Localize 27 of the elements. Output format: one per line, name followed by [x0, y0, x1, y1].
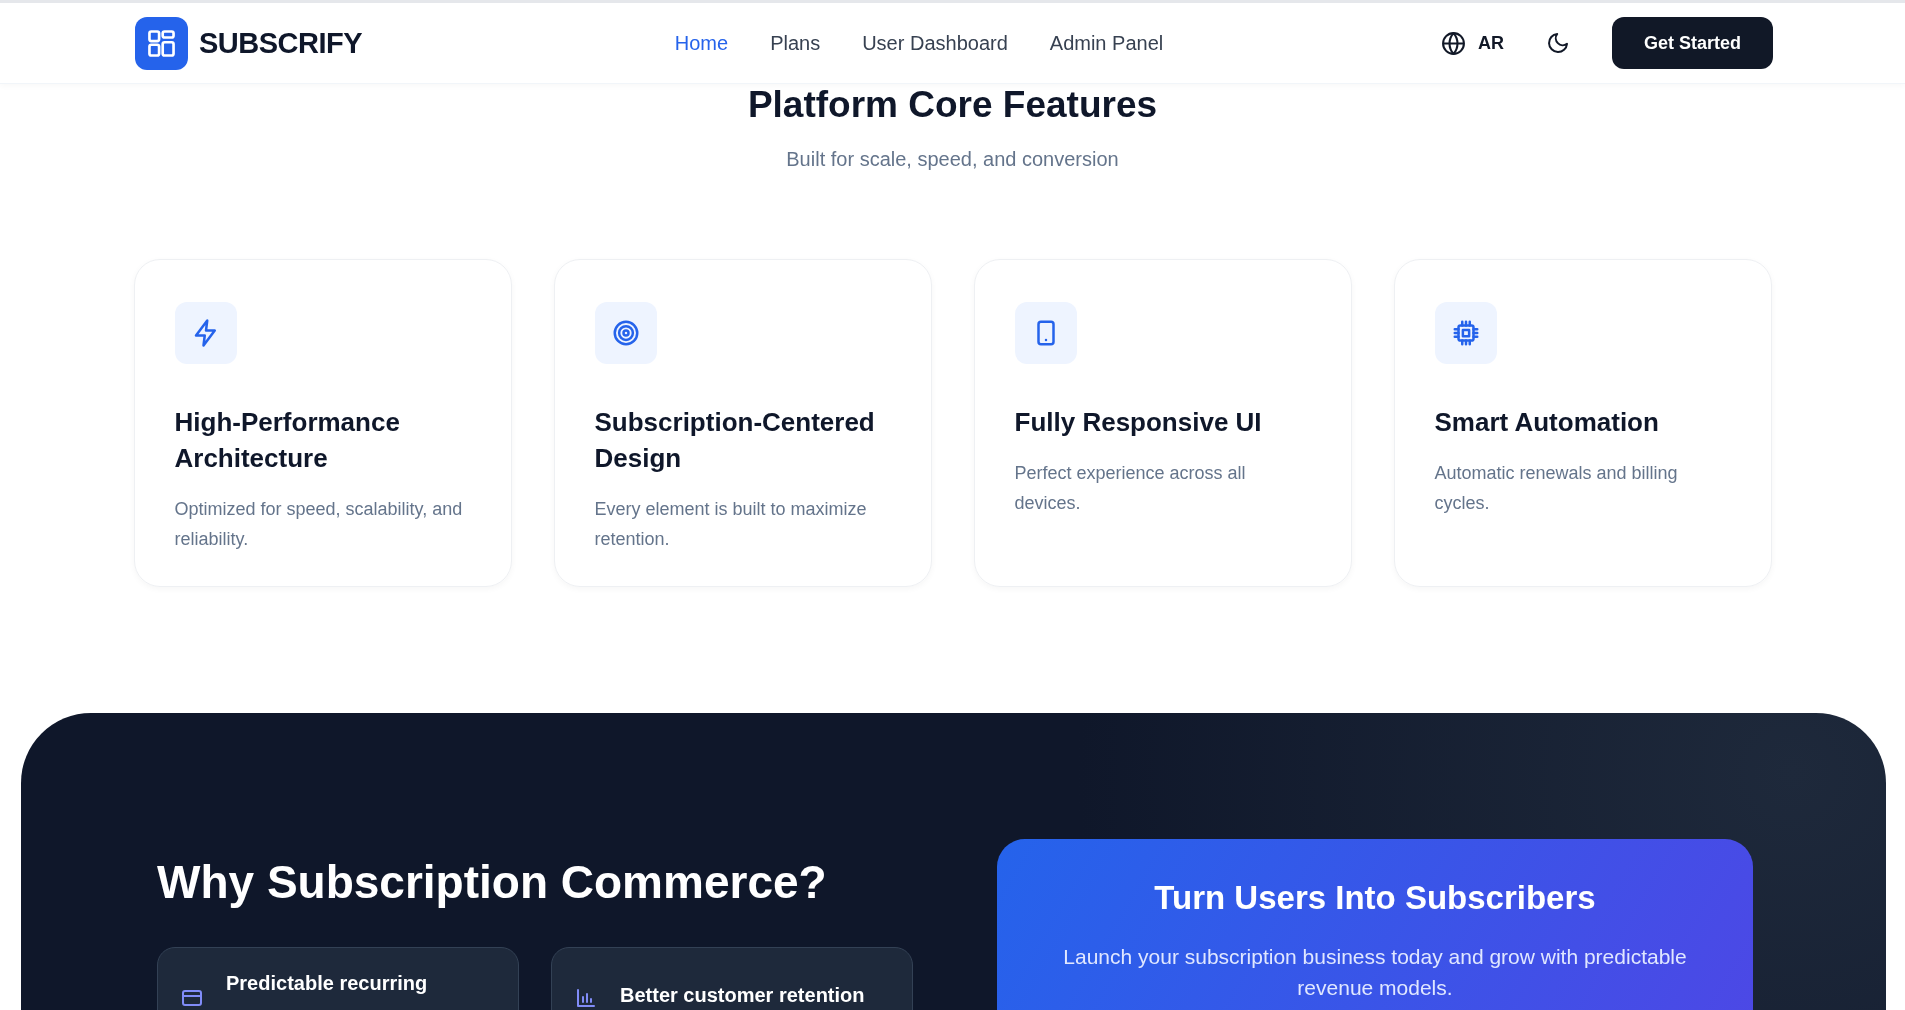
card-text: Automatic renewals and billing cycles. — [1434, 462, 1679, 515]
card-title: Fully Responsive UI — [1014, 406, 1263, 439]
section-title: Platform Core Features — [747, 84, 1158, 126]
brand-name[interactable]: SUBSCRIFY — [199, 26, 363, 60]
nav-link[interactable]: Home — [674, 31, 729, 55]
moon-icon[interactable] — [1545, 31, 1570, 55]
benefit-text: Predictable recurring — [226, 972, 428, 996]
card-text: Every element is built to maximize retention. — [594, 498, 868, 551]
language-label: AR — [1477, 32, 1504, 54]
language-button[interactable]: AR — [1440, 30, 1504, 56]
promo-title: Turn Users Into Subscribers — [1153, 879, 1597, 917]
card-title: Subscription-Centered Design — [594, 406, 876, 475]
section-title: Why Subscription Commerce? — [157, 855, 828, 909]
benefit-text: Better customer retention — [620, 984, 865, 1008]
get-started-button[interactable]: Get Started — [1611, 17, 1773, 69]
logo-icon[interactable] — [135, 16, 188, 70]
card-title: High-Performance Architecture — [174, 406, 401, 475]
section-subtitle: Built for scale, speed, and conversion — [786, 148, 1119, 171]
card-text: Optimized for speed, scalability, and reliability. — [174, 498, 464, 551]
card-title: Smart Automation — [1434, 406, 1660, 439]
nav-link[interactable]: Plans — [770, 31, 821, 55]
promo-text: Launch your subscription business today and grow with predictable revenue models. — [1062, 944, 1688, 1001]
globe-icon — [1440, 30, 1466, 56]
card-text: Perfect experience across all devices. — [1014, 462, 1247, 515]
bar-chart-icon — [574, 986, 598, 1010]
nav-link[interactable]: Admin Panel — [1049, 31, 1164, 55]
nav-link[interactable]: User Dashboard — [862, 31, 1008, 55]
